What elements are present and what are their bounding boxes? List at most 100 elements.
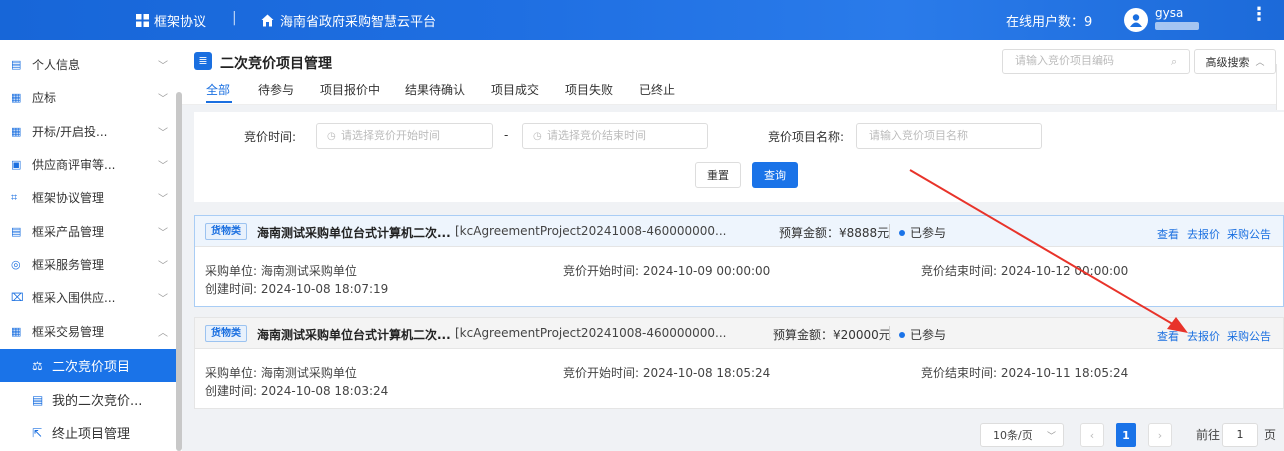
tab-terminated[interactable]: 已终止 (639, 81, 675, 98)
view-link[interactable]: 查看 (1157, 328, 1179, 344)
quote-link[interactable]: 去报价 (1187, 226, 1220, 242)
online-users: 在线用户数：9 (1006, 15, 1093, 30)
project-name-input[interactable] (869, 129, 1019, 142)
framework-menu[interactable]: 框架协议 (136, 11, 206, 30)
reset-button[interactable]: 重置 (695, 162, 741, 188)
search-box[interactable]: ⌕ (1002, 49, 1190, 74)
current-page[interactable]: 1 (1116, 423, 1136, 447)
sidebar-item-label: 终止项目管理 (52, 427, 131, 442)
divider (889, 224, 890, 239)
list-icon: ▤ (32, 392, 44, 407)
chevron-down-icon: ﹀ (158, 294, 168, 305)
search-icon[interactable]: ⌕ (1171, 55, 1177, 69)
created-time: 创建时间: 2024-10-08 18:03:24 (205, 384, 389, 398)
sidebar-item-supplier-review[interactable]: ▣ 供应商评审等... ﹀ (0, 148, 178, 181)
sidebar-item-bid[interactable]: ▦ 应标 ﹀ (0, 81, 178, 114)
purchasing-unit: 采购单位: 海南测试采购单位 (205, 366, 357, 380)
quote-link[interactable]: 去报价 (1187, 328, 1220, 344)
tab-failed[interactable]: 项目失败 (565, 81, 613, 98)
document-icon: ≣ (194, 52, 212, 70)
grid-icon (136, 14, 149, 27)
sidebar-item-personal-info[interactable]: ▤ 个人信息 ﹀ (0, 48, 178, 81)
chevron-down-icon: ﹀ (158, 194, 168, 205)
chevron-down-icon: ﹀ (158, 128, 168, 139)
clock-icon: ◷ (533, 130, 542, 142)
right-edge-panel (1276, 64, 1284, 110)
search-input[interactable] (1015, 54, 1165, 67)
goto-page-input[interactable]: 1 (1222, 423, 1258, 447)
username: gysa (1155, 6, 1184, 20)
more-menu-icon[interactable]: ⋮ (1250, 6, 1268, 24)
avatar[interactable] (1124, 8, 1148, 32)
category-badge: 货物类 (205, 325, 247, 342)
start-time-input[interactable] (341, 129, 491, 142)
tab-all[interactable]: 全部 (206, 81, 230, 98)
sidebar-item-label: 个人信息 (32, 58, 81, 72)
start-time-picker[interactable]: ◷ (316, 123, 493, 149)
tab-deal[interactable]: 项目成交 (491, 81, 539, 98)
page-size-select[interactable]: 10条/页 ﹀ (980, 423, 1064, 447)
supplier-icon: ⌧ (11, 290, 24, 304)
product-icon: ▤ (11, 224, 22, 238)
chevron-up-icon: ︿ (158, 328, 168, 339)
divider (889, 326, 890, 341)
sidebar-item-product[interactable]: ▤ 框采产品管理 ﹀ (0, 215, 178, 248)
goto-label: 前往 (1196, 428, 1221, 442)
platform-link[interactable]: 海南省政府采购智慧云平台 (261, 11, 436, 30)
project-name-field[interactable] (856, 123, 1042, 149)
export-icon: ⇱ (32, 425, 43, 440)
sidebar-item-label: 框采服务管理 (32, 258, 105, 272)
sidebar-item-bid-opening[interactable]: ▦ 开标/开启投... ﹀ (0, 115, 178, 148)
view-link[interactable]: 查看 (1157, 226, 1179, 242)
sidebar-item-label: 框采交易管理 (32, 325, 105, 339)
sidebar-item-transaction[interactable]: ▦ 框采交易管理 ︿ (0, 315, 178, 348)
main-content: ≣ 二次竞价项目管理 全部 待参与 项目报价中 结果待确认 项目成交 项目失败 … (182, 40, 1284, 451)
tab-result-pending[interactable]: 结果待确认 (405, 81, 465, 98)
bid-time-label: 竞价时间: (244, 130, 297, 144)
chevron-up-icon: ︿ (1255, 58, 1265, 68)
sidebar-subitem-my-bidding[interactable]: ▤ 我的二次竞价... (0, 383, 178, 416)
announcement-link[interactable]: 采购公告 (1227, 328, 1271, 344)
end-time-input[interactable] (547, 129, 697, 142)
project-name-label: 竞价项目名称: (768, 130, 845, 144)
home-icon (261, 14, 274, 27)
page-suffix: 页 (1264, 428, 1277, 442)
sidebar-subitem-terminated[interactable]: ⇱ 终止项目管理 (0, 416, 178, 449)
gavel-icon: ⚖ (32, 358, 43, 373)
chevron-down-icon: ﹀ (158, 61, 168, 72)
sidebar-subitem-second-bidding[interactable]: ⚖ 二次竞价项目 (0, 349, 178, 382)
sidebar-item-label: 框采产品管理 (32, 225, 105, 239)
project-card-header: 货物类 海南测试采购单位台式计算机二次... [kcAgreementProje… (195, 216, 1283, 247)
sidebar-item-label: 框架协议管理 (32, 191, 105, 205)
advanced-search-label: 高级搜索 (1205, 55, 1250, 69)
budget-amount: 预算金额：¥8888元 (779, 226, 890, 240)
transaction-icon: ▦ (11, 324, 22, 338)
chevron-down-icon: ﹀ (158, 228, 168, 239)
sidebar-item-label: 框采入围供应... (32, 291, 116, 305)
announcement-link[interactable]: 采购公告 (1227, 226, 1271, 242)
sidebar-item-framework-agreement[interactable]: ⌗ 框架协议管理 ﹀ (0, 181, 178, 214)
sidebar-item-service[interactable]: ◎ 框采服务管理 ﹀ (0, 248, 178, 281)
sidebar-item-label: 供应商评审等... (32, 158, 116, 172)
profile-icon: ▤ (11, 57, 22, 71)
chevron-down-icon: ﹀ (158, 261, 168, 272)
tab-pending[interactable]: 待参与 (258, 81, 294, 98)
project-name[interactable]: 海南测试采购单位台式计算机二次... (257, 224, 451, 241)
advanced-search-button[interactable]: 高级搜索 ︿ (1194, 49, 1276, 74)
query-button[interactable]: 查询 (752, 162, 798, 188)
monitor-icon: ▣ (11, 157, 22, 171)
end-time-picker[interactable]: ◷ (522, 123, 708, 149)
topbar-separator: | (232, 10, 237, 26)
bid-start-time: 竞价开始时间: 2024-10-09 00:00:00 (563, 264, 771, 278)
tab-quoting[interactable]: 项目报价中 (320, 81, 380, 98)
service-icon: ◎ (11, 257, 21, 271)
chevron-down-icon: ﹀ (158, 94, 168, 105)
active-tab-indicator (206, 101, 232, 103)
status-text: 已参与 (910, 226, 947, 240)
next-page-button[interactable]: › (1148, 423, 1172, 447)
sidebar-item-supplier-entry[interactable]: ⌧ 框采入围供应... ﹀ (0, 281, 178, 314)
project-name[interactable]: 海南测试采购单位台式计算机二次... (257, 326, 451, 343)
sidebar: ▤ 个人信息 ﹀ ▦ 应标 ﹀ ▦ 开标/开启投... ﹀ ▣ 供应商评审等..… (0, 40, 182, 451)
user-icon (1130, 14, 1142, 27)
prev-page-button[interactable]: ‹ (1080, 423, 1104, 447)
